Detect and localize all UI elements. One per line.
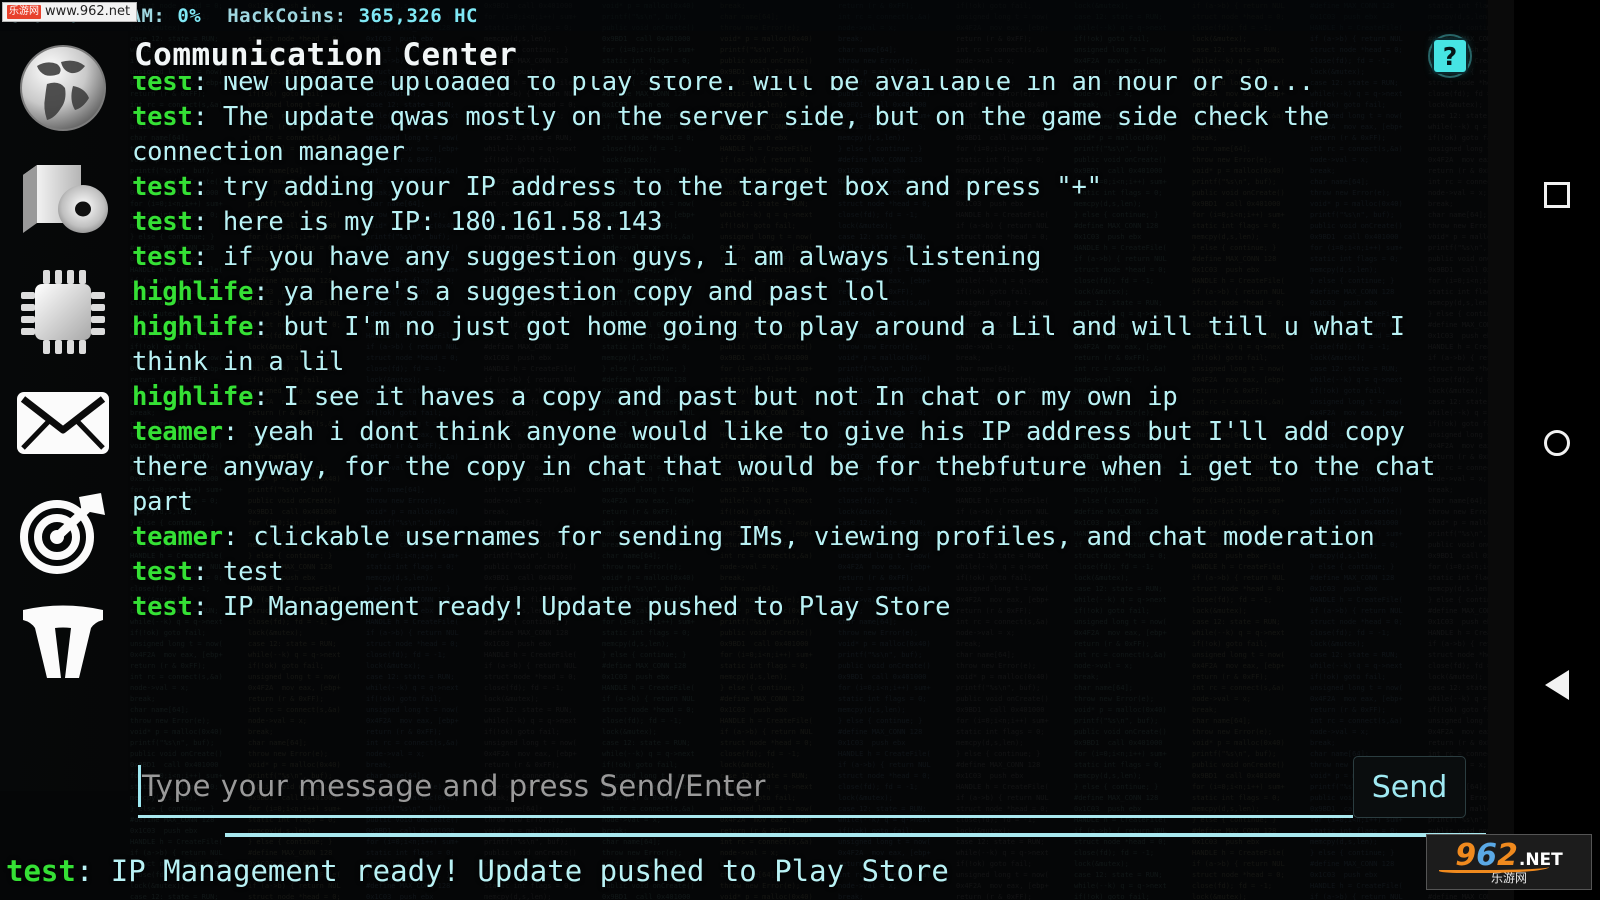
chat-message: test: New update uploaded to play store.… [132, 76, 1482, 100]
chat-text: yeah i dont think anyone would like to g… [132, 417, 1436, 517]
chat-username[interactable]: highlife [132, 382, 253, 412]
chat-username[interactable]: test [132, 76, 193, 97]
communication-center-panel: Communication Center ? test: New update … [128, 31, 1486, 740]
message-input-placeholder: Type your message and press Send/Enter [142, 768, 766, 803]
watermark-bottom-logo: 9 6 2 .NET 乐游网 [1426, 834, 1592, 890]
chat-separator: : [253, 312, 284, 342]
sidebar-item-messages[interactable] [14, 374, 112, 472]
chat-log[interactable]: test: New update uploaded to play store.… [132, 76, 1482, 741]
help-button[interactable]: ? [1434, 40, 1466, 72]
chat-text: The update qwas mostly on the server sid… [132, 102, 1330, 167]
ram-value: 0% [177, 4, 202, 27]
recents-button[interactable] [1514, 170, 1600, 220]
sidebar-item-hardware[interactable] [14, 263, 112, 361]
hackcoins-stat: HackCoins: 365,326 HC [227, 5, 478, 27]
chat-text: IP Management ready! Update pushed to Pl… [222, 592, 951, 622]
chat-message: test: IP Management ready! Update pushed… [132, 590, 1482, 625]
chat-message: teamer: clickable usernames for sending … [132, 520, 1482, 555]
chat-message: highlife: but I'm no just got home going… [132, 310, 1482, 380]
chat-username[interactable]: highlife [132, 277, 253, 307]
chat-username[interactable]: test [132, 102, 193, 132]
text-caret [138, 764, 141, 807]
watermark-top: 乐游网 www.962.net [2, 2, 138, 22]
target-icon [17, 487, 109, 577]
sidebar-item-targets[interactable] [14, 483, 112, 581]
chat-separator: : [222, 522, 254, 552]
watermark-top-badge: 乐游网 [7, 4, 41, 19]
cpu-chip-icon [19, 268, 107, 356]
chat-username[interactable]: teamer [132, 417, 223, 447]
status-ticker: test: IP Management ready! Update pushed… [6, 851, 949, 891]
home-button[interactable] [1514, 418, 1600, 468]
hackcoins-value: 365,326 HC [358, 4, 478, 27]
sidebar-item-missions[interactable] [14, 593, 112, 691]
android-navigation-bar [1514, 0, 1600, 900]
chat-separator: : [192, 592, 223, 622]
chat-text: try adding your IP address to the target… [222, 172, 1102, 202]
chat-username[interactable]: test [132, 172, 193, 202]
chat-separator: : [192, 207, 223, 237]
status-bar: CPU: 0% RAM: 0% HackCoins: 365,326 HC [0, 0, 1486, 31]
chat-text: clickable usernames for sending IMs, vie… [253, 522, 1375, 552]
sidebar-item-software[interactable] [14, 153, 112, 251]
chat-username[interactable]: test [132, 592, 193, 622]
chat-separator: : [253, 382, 284, 412]
chat-separator: : [222, 417, 254, 447]
globe-icon [17, 42, 109, 134]
triangle-icon [1545, 670, 1569, 700]
sidebar-item-world-map[interactable] [14, 39, 112, 137]
chat-separator: : [192, 76, 223, 97]
chat-message: test: if you have any suggestion guys, i… [132, 240, 1482, 275]
chat-message: teamer: yeah i dont think anyone would l… [132, 415, 1482, 520]
chat-message: test: The update qwas mostly on the serv… [132, 100, 1482, 170]
chat-username[interactable]: teamer [132, 522, 223, 552]
chat-message: test: here is my IP: 180.161.58.143 [132, 205, 1482, 240]
bridge-icon [17, 602, 109, 682]
ticker-colon: : [75, 854, 111, 888]
chat-message: test: try adding your IP address to the … [132, 170, 1482, 205]
sidebar-icon-rail [0, 31, 128, 791]
watermark-top-url: www.962.net [45, 4, 131, 19]
message-input[interactable]: Type your message and press Send/Enter [138, 756, 1353, 818]
chat-text: New update uploaded to play store. will … [222, 76, 1314, 97]
send-button[interactable]: Send [1353, 756, 1466, 818]
envelope-icon [15, 390, 111, 456]
chat-separator: : [192, 102, 223, 132]
back-button[interactable] [1514, 660, 1600, 710]
chat-text: but I'm no just got home going to play a… [132, 312, 1405, 377]
screen-gutter [1488, 0, 1514, 900]
chat-username[interactable]: test [132, 207, 193, 237]
chat-text: test [222, 557, 284, 587]
chat-text: here is my IP: 180.161.58.143 [222, 207, 663, 237]
status-ticker-bar: test: IP Management ready! Update pushed… [0, 833, 1486, 900]
chat-separator: : [192, 557, 223, 587]
circle-icon [1544, 430, 1570, 456]
chat-message: highlife: ya here's a suggestion copy an… [132, 275, 1482, 310]
ticker-divider [225, 833, 1486, 837]
chat-separator: : [253, 277, 284, 307]
chat-text: ya here's a suggestion copy and past lol [283, 277, 890, 307]
chat-username[interactable]: test [132, 242, 193, 272]
chat-separator: : [192, 242, 223, 272]
chat-message: test: test [132, 555, 1482, 590]
square-icon [1544, 182, 1570, 208]
app-root: if (a->b) { return NUL struct node *head… [0, 0, 1600, 900]
hackcoins-label: HackCoins: [227, 4, 347, 27]
ticker-text: IP Management ready! Update pushed to Pl… [110, 854, 949, 888]
message-composer: Type your message and press Send/Enter S… [128, 748, 1486, 830]
chat-message: highlife: I see it haves a copy and past… [132, 380, 1482, 415]
chat-text: I see it haves a copy and past but not I… [283, 382, 1178, 412]
chat-username[interactable]: highlife [132, 312, 253, 342]
chat-separator: : [192, 172, 223, 202]
page-title: Communication Center [134, 37, 518, 73]
chat-username[interactable]: test [132, 557, 193, 587]
chat-text: if you have any suggestion guys, i am al… [222, 242, 1042, 272]
ticker-username: test [6, 854, 76, 888]
software-box-icon [17, 161, 109, 243]
